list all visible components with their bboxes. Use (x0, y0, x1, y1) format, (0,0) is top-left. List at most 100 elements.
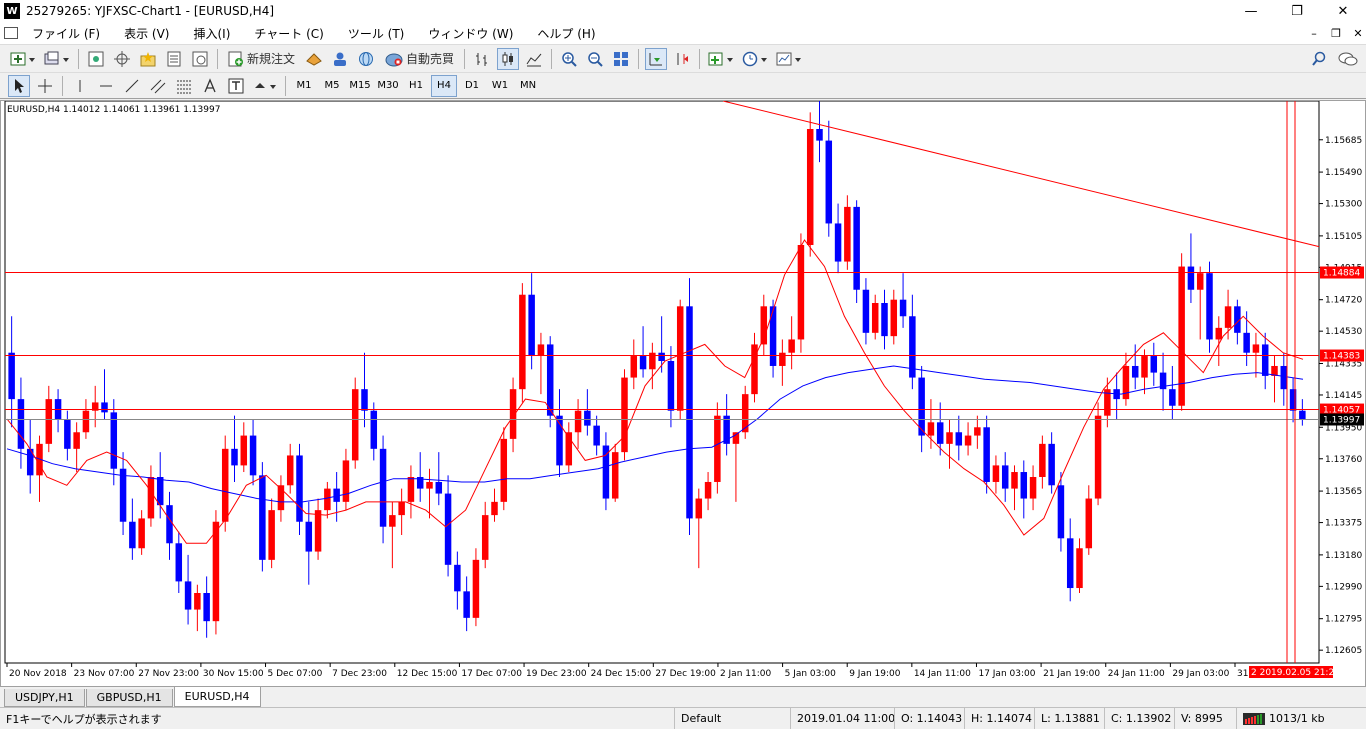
candle-body (574, 410, 582, 433)
candle-body (370, 410, 378, 449)
candle-body (1085, 498, 1093, 549)
auto-scroll-button[interactable] (645, 47, 668, 70)
menu-tools[interactable]: ツール (T) (336, 25, 417, 42)
candle-body (714, 415, 721, 482)
tab-eurusd-h4[interactable]: EURUSD,H4 (173, 687, 261, 707)
zoom-in-button[interactable] (558, 48, 580, 70)
chart-shift-button[interactable] (671, 48, 693, 70)
new-chart-button[interactable] (8, 48, 38, 70)
new-order-button[interactable]: 新規注文 (224, 48, 299, 70)
child-close-button[interactable]: ✕ (1348, 22, 1366, 44)
history-center-button[interactable] (303, 48, 325, 70)
tile-windows-button[interactable] (610, 48, 632, 70)
timeframe-d1-button[interactable]: D1 (459, 75, 485, 97)
tile-windows-icon (614, 51, 629, 66)
candle-body (463, 591, 470, 618)
time-tick-label: 7 Dec 23:00 (332, 669, 387, 679)
candle-body (806, 129, 814, 245)
maximize-button[interactable]: ❐ (1274, 0, 1320, 22)
horizontal-line-tool-button[interactable] (95, 75, 117, 97)
chart-window[interactable]: EURUSD,H4 1.14012 1.14061 1.13961 1.1399… (0, 100, 1366, 687)
timeframe-m1-button[interactable]: M1 (291, 75, 317, 97)
templates-button[interactable] (774, 48, 804, 70)
candle-body (537, 344, 545, 357)
zoom-out-button[interactable] (584, 48, 606, 70)
candle-body (472, 559, 480, 618)
auto-trading-button[interactable]: 自動売買 (381, 48, 458, 70)
candle-body (1243, 332, 1250, 353)
timeframe-h1-button[interactable]: H1 (403, 75, 429, 97)
menu-insert[interactable]: 挿入(I) (181, 25, 242, 42)
candle-body (1131, 365, 1139, 378)
vertical-line-tool-button[interactable] (69, 75, 91, 97)
close-button[interactable]: ✕ (1320, 0, 1366, 22)
timeframe-m5-button[interactable]: M5 (319, 75, 345, 97)
price-tick-label: 1.15300 (1325, 200, 1362, 210)
data-window-button[interactable] (163, 48, 185, 70)
candle-body (1252, 344, 1260, 353)
menu-help[interactable]: ヘルプ (H) (525, 25, 607, 42)
cursor-tool-button[interactable] (8, 74, 30, 97)
status-profile[interactable]: Default (674, 708, 790, 729)
chat-button[interactable] (1336, 48, 1360, 70)
candle-body (240, 435, 248, 466)
signals-button[interactable] (355, 48, 377, 70)
bar-chart-button[interactable] (471, 48, 493, 70)
tab-gbpusd-h1[interactable]: GBPUSD,H1 (85, 689, 173, 707)
candle-body (797, 245, 805, 340)
trendline-tool-button[interactable] (121, 75, 143, 97)
minimize-button[interactable]: — (1228, 0, 1274, 22)
drawing-toolbar: M1 M5 M15 M30 H1 H4 D1 W1 MN (0, 72, 1366, 99)
candle-body (704, 481, 712, 499)
status-traffic[interactable]: 1013/1 kb (1236, 708, 1366, 729)
timeframe-mn-button[interactable]: MN (515, 75, 541, 97)
market-watch-button[interactable] (85, 48, 107, 70)
channel-tool-button[interactable] (147, 75, 169, 97)
candle-body (630, 356, 638, 378)
periods-button[interactable] (740, 48, 770, 70)
candle-body (528, 294, 535, 357)
zoom-out-icon (588, 51, 603, 67)
candle-body (890, 299, 898, 337)
fibonacci-tool-button[interactable] (173, 75, 195, 97)
price-tick-label: 1.14530 (1325, 327, 1362, 337)
arrows-icon (255, 82, 276, 89)
timeframe-m30-button[interactable]: M30 (375, 75, 401, 97)
profiles-button[interactable] (42, 48, 72, 70)
menu-view[interactable]: 表示 (V) (112, 25, 181, 42)
price-tick-label: 1.12795 (1325, 615, 1362, 625)
line-chart-button[interactable] (523, 48, 545, 70)
candle-body (314, 510, 322, 552)
timeframe-h4-button[interactable]: H4 (431, 74, 457, 97)
candle-body (500, 438, 508, 502)
text-label-tool-button[interactable] (225, 75, 247, 97)
candle-body (519, 294, 526, 390)
favorites-button[interactable] (137, 48, 159, 70)
fibonacci-icon (177, 80, 191, 93)
menu-window[interactable]: ウィンドウ (W) (416, 25, 525, 42)
timeframe-w1-button[interactable]: W1 (487, 75, 513, 97)
candle-body (231, 448, 238, 466)
timeframe-m15-button[interactable]: M15 (347, 75, 373, 97)
price-tick-label: 1.13760 (1325, 455, 1362, 465)
tab-usdjpy-h1[interactable]: USDJPY,H1 (4, 689, 85, 707)
menu-file[interactable]: ファイル (F) (20, 25, 112, 42)
arrows-tool-button[interactable] (251, 75, 279, 97)
text-tool-button[interactable] (199, 75, 221, 97)
candle-body (871, 303, 879, 333)
navigator-button[interactable] (111, 48, 133, 70)
candle-body (983, 427, 990, 482)
auto-trading-label: 自動売買 (406, 52, 455, 66)
price-chart[interactable]: 1.156851.154901.153001.151051.149151.147… (1, 101, 1365, 686)
options-button[interactable] (329, 48, 351, 70)
search-button[interactable] (1308, 48, 1330, 70)
child-minimize-button[interactable]: – (1304, 22, 1324, 44)
menu-chart[interactable]: チャート (C) (242, 25, 335, 42)
candle-body (639, 356, 647, 370)
indicators-button[interactable] (706, 48, 736, 70)
candlestick-chart-button[interactable] (497, 47, 520, 70)
crosshair-tool-button[interactable] (34, 75, 56, 97)
child-restore-button[interactable]: ❐ (1326, 22, 1346, 44)
traffic-text: 1013/1 kb (1269, 712, 1325, 725)
strategy-tester-button[interactable] (189, 48, 211, 70)
